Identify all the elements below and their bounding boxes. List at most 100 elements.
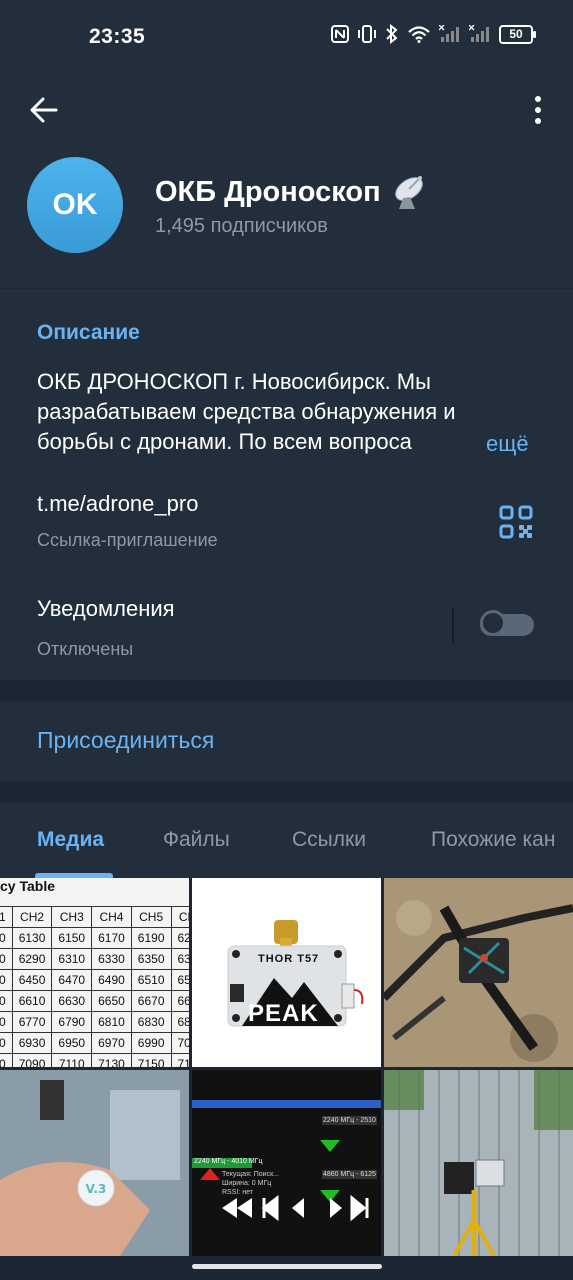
more-options-button[interactable]: [523, 90, 553, 130]
notifications-label[interactable]: Уведомления: [37, 596, 175, 622]
status-icons: 50: [331, 24, 536, 44]
channel-avatar[interactable]: OK: [27, 157, 123, 253]
table-cell: 0: [0, 927, 13, 949]
divider: [452, 607, 454, 643]
table-cell: 6530: [170, 969, 189, 991]
channel-name: ОКБ Дроноскоп: [155, 175, 381, 208]
wifi-icon: [408, 26, 430, 43]
media-thumbnail[interactable]: THOR T57 PEAK: [192, 878, 381, 1067]
table-cell: 6450: [11, 969, 53, 991]
table-cell: 6210: [170, 927, 189, 949]
channel-description: ОКБ ДРОНОСКОП г. Новосибирск. Мы разраба…: [37, 369, 456, 454]
antenna-photo: [384, 1070, 573, 1256]
show-more-link[interactable]: ещё: [464, 431, 529, 457]
drone-photo: [384, 878, 573, 1067]
table-cell: 0: [0, 1011, 13, 1033]
table-cell: 6350: [130, 948, 172, 970]
table-cell: 6830: [130, 1011, 172, 1033]
table-cell: 6850: [170, 1011, 189, 1033]
table-cell: CH6: [170, 906, 189, 928]
table-cell: 7170: [170, 1053, 189, 1067]
table-cell: 1: [0, 906, 13, 928]
join-button[interactable]: Присоединиться: [37, 727, 214, 754]
table-cell: 0: [0, 948, 13, 970]
signal-icon: [439, 25, 459, 42]
module-image: [227, 920, 364, 1027]
join-section: Присоединиться: [0, 702, 573, 782]
media-grid: cy Table 1CH2CH3CH4CH5CH6061306150617061…: [0, 878, 573, 1258]
battery-icon: 50: [499, 24, 536, 44]
back-button[interactable]: [24, 90, 64, 130]
table-cell: 6630: [51, 990, 93, 1012]
invite-link-caption: Ссылка-приглашение: [37, 530, 218, 550]
table-cell: 6970: [91, 1032, 132, 1054]
home-indicator[interactable]: [192, 1264, 382, 1269]
scanner-freq-1: 2240 МГц - 2510: [322, 1116, 377, 1125]
table-cell: 6790: [51, 1011, 93, 1033]
satellite-dish-icon: [394, 176, 423, 209]
subscriber-count: 1,495 подписчиков: [155, 215, 328, 237]
table-cell: 7110: [51, 1053, 93, 1067]
hand-photo: V.3: [0, 1070, 189, 1256]
table-row: 061306150617061906210: [0, 927, 189, 949]
table-cell: 0: [0, 990, 13, 1012]
table-cell: 7130: [91, 1053, 132, 1067]
media-tabs: Медиа Файлы Ссылки Похожие кан: [0, 802, 573, 878]
table-cell: 6690: [170, 990, 189, 1012]
table-cell: 0: [0, 969, 13, 991]
table-cell: 6290: [11, 948, 53, 970]
toggle-knob: [480, 610, 506, 636]
status-time: 23:35: [89, 25, 146, 48]
tab-similar-channels[interactable]: Похожие кан: [431, 828, 555, 852]
table-row: 1CH2CH3CH4CH5CH6: [0, 906, 189, 928]
table-cell: CH4: [91, 906, 132, 928]
module-brand: THOR T57: [258, 953, 320, 965]
media-thumbnail[interactable]: V.3: [0, 1070, 189, 1256]
media-thumbnail[interactable]: [384, 878, 573, 1067]
table-cell: 6130: [11, 927, 53, 949]
notifications-status: Отключены: [37, 639, 134, 659]
table-cell: 6650: [91, 990, 132, 1012]
table-cell: 6150: [51, 927, 93, 949]
module-label: PEAK: [248, 1000, 319, 1027]
table-cell: 6310: [51, 948, 93, 970]
table-cell: 6610: [11, 990, 53, 1012]
dot-icon: [535, 118, 541, 124]
vibrate-icon: [358, 25, 376, 43]
table-cell: 6950: [51, 1032, 93, 1054]
scanner-status-3: RSSI: нет: [222, 1189, 253, 1196]
channel-header: OK ОКБ Дроноскоп 1,495 подписчиков: [0, 72, 573, 288]
description-label: Описание: [37, 321, 140, 344]
table-cell: 6990: [130, 1032, 172, 1054]
info-section: Описание ОКБ ДРОНОСКОП г. Новосибирск. М…: [0, 289, 573, 680]
bluetooth-icon: [386, 24, 398, 44]
invite-link[interactable]: t.me/adrone_pro: [37, 491, 198, 517]
table-cell: 7090: [11, 1053, 53, 1067]
table-cell: 6930: [11, 1032, 53, 1054]
tab-files[interactable]: Файлы: [163, 828, 230, 852]
media-thumbnail[interactable]: [384, 1070, 573, 1256]
tab-links[interactable]: Ссылки: [292, 828, 366, 852]
table-row: 066106630665066706690: [0, 990, 189, 1012]
table-title: cy Table: [0, 878, 55, 894]
tab-media[interactable]: Медиа: [37, 828, 104, 852]
dot-icon: [535, 107, 541, 113]
table-cell: 7150: [130, 1053, 172, 1067]
notifications-toggle[interactable]: [480, 610, 534, 636]
dot-icon: [535, 96, 541, 102]
table-cell: 6670: [130, 990, 172, 1012]
channel-title: ОКБ Дроноскоп: [155, 172, 429, 212]
scanner-freq-2: 2240 МГц - 4010 МГц: [194, 1158, 263, 1165]
scanner-freq-3: 4860 МГц - 6125: [322, 1170, 377, 1179]
qr-code-icon[interactable]: [499, 505, 533, 539]
table-cell: 6190: [130, 927, 172, 949]
table-row: 062906310633063506370: [0, 948, 189, 970]
scanner-status-2: Ширина: 0 МГц: [222, 1180, 272, 1187]
media-thumbnail[interactable]: 2240 МГц - 2510 2240 МГц - 4010 МГц 4860…: [192, 1070, 381, 1256]
table-cell: 6810: [91, 1011, 132, 1033]
table-cell: 6470: [51, 969, 93, 991]
table-cell: 6370: [170, 948, 189, 970]
table-row: 069306950697069907010: [0, 1032, 189, 1054]
media-thumbnail[interactable]: cy Table 1CH2CH3CH4CH5CH6061306150617061…: [0, 878, 189, 1067]
table-row: 064506470649065106530: [0, 969, 189, 991]
